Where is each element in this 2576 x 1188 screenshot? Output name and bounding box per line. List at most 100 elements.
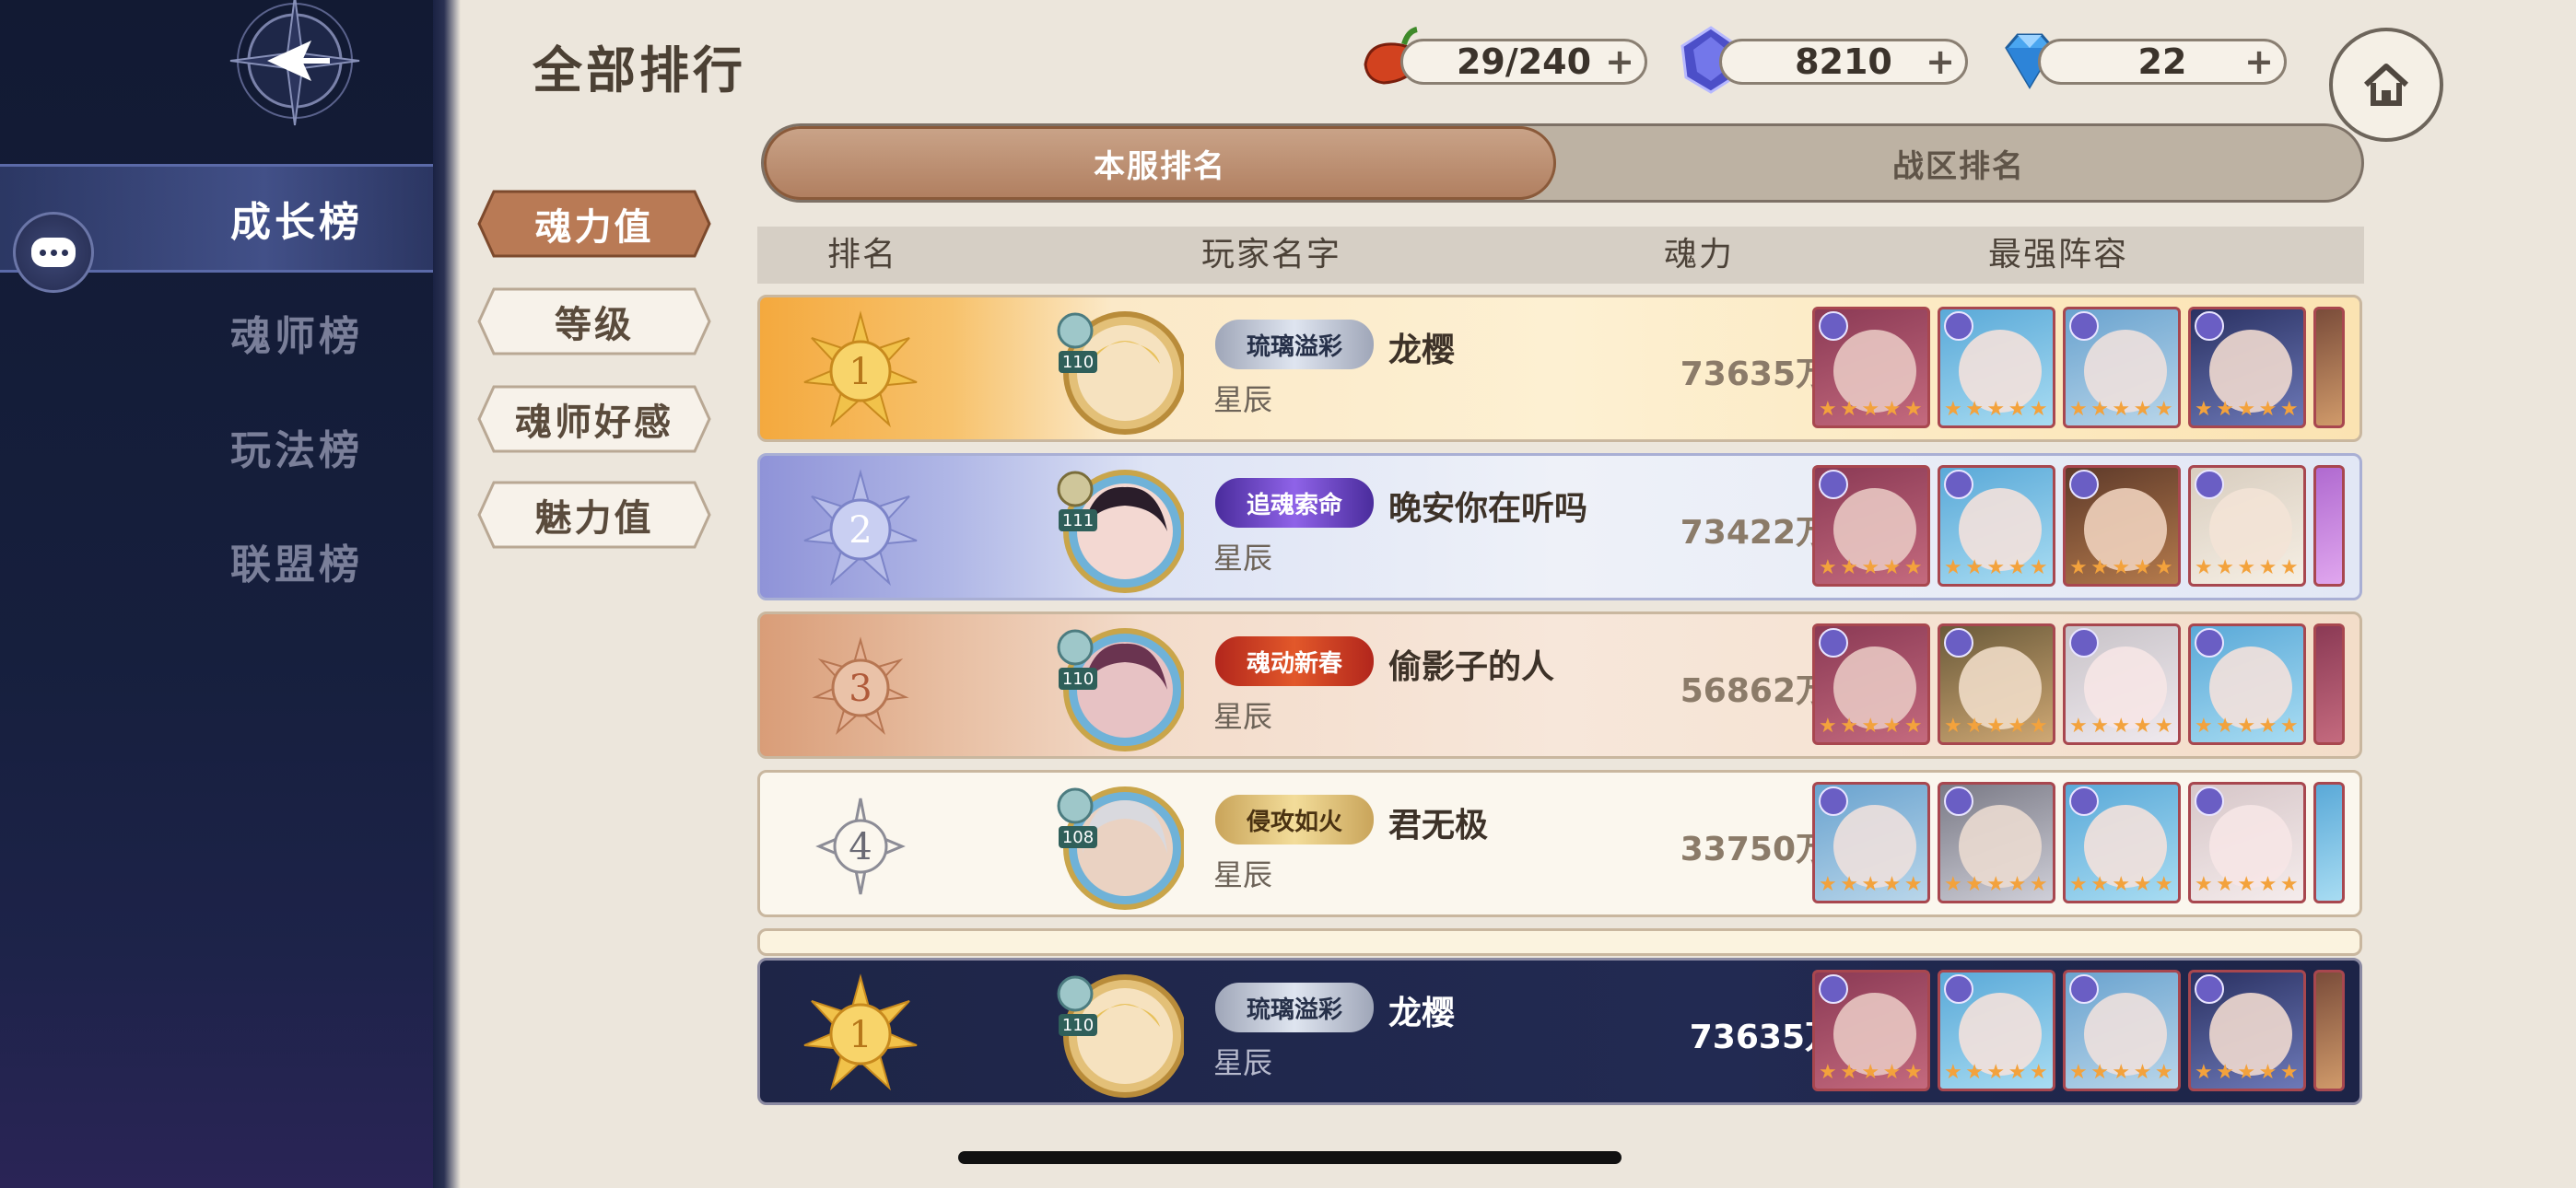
- chat-button[interactable]: [13, 212, 94, 293]
- element-icon: [1819, 311, 1848, 341]
- hero-card[interactable]: ★ ★ ★ ★ ★: [1938, 307, 2055, 428]
- tab-server-ranking[interactable]: 本服排名: [764, 126, 1556, 200]
- star-rating: ★ ★ ★ ★ ★: [1944, 715, 2048, 738]
- hero-card[interactable]: ★ ★ ★ ★ ★: [2188, 623, 2306, 745]
- hero-card[interactable]: ★ ★ ★ ★ ★: [2188, 782, 2306, 903]
- rank-badge-icon: 4: [815, 798, 906, 895]
- hero-card[interactable]: ★ ★ ★ ★ ★: [1938, 465, 2055, 587]
- player-name: 偷影子的人: [1388, 648, 1555, 686]
- hero-card[interactable]: ★ ★ ★ ★ ★: [1938, 782, 2055, 903]
- table-row[interactable]: 3 110 魂动新春 偷影子的人 星辰 56862万 ★ ★ ★ ★ ★ ★ ★ ★ ★ ★ ★…: [757, 611, 2362, 759]
- hero-card[interactable]: ★ ★ ★ ★ ★: [2063, 782, 2181, 903]
- hero-card[interactable]: ★ ★ ★ ★ ★: [2188, 307, 2306, 428]
- home-icon: [2363, 64, 2409, 106]
- title-badge-text: 追魂索命: [1246, 491, 1342, 519]
- star-rating: ★ ★ ★ ★ ★: [2069, 873, 2173, 896]
- player-level: 111: [1062, 511, 1094, 530]
- hero-card[interactable]: ★ ★ ★ ★ ★: [2063, 623, 2181, 745]
- title-badge-text: 琉璃溢彩: [1246, 996, 1342, 1024]
- avatar[interactable]: 111: [1055, 467, 1184, 596]
- silver-medal-icon: 2: [803, 469, 918, 587]
- hero-card[interactable]: ★ ★ ★ ★ ★: [1812, 307, 1930, 428]
- element-icon: [1944, 786, 1973, 816]
- home-button[interactable]: [2329, 28, 2443, 142]
- rank-number: 3: [849, 668, 872, 710]
- sidebar: 成长榜 魂师榜 玩法榜 联盟榜: [0, 0, 440, 1188]
- sidebar-item-alliance[interactable]: 联盟榜: [0, 507, 440, 615]
- tab-label: 战区排名: [1892, 147, 2025, 185]
- column-player-name: 玩家名字: [1201, 236, 1342, 274]
- add-diamond-button[interactable]: +: [2243, 44, 2275, 79]
- back-emblem-icon[interactable]: [203, 0, 387, 129]
- add-crystal-button[interactable]: +: [1925, 44, 1956, 79]
- bronze-medal-icon: 3: [812, 636, 909, 736]
- hero-card[interactable]: ★ ★ ★ ★ ★: [2063, 307, 2181, 428]
- star-rating: ★ ★ ★ ★ ★: [2195, 873, 2299, 896]
- hero-card-partial[interactable]: [2313, 782, 2345, 903]
- player-server: 星辰: [1213, 857, 1273, 892]
- player-level: 110: [1062, 670, 1094, 689]
- home-indicator[interactable]: [958, 1151, 1622, 1164]
- hero-card[interactable]: ★ ★ ★ ★ ★: [2063, 465, 2181, 587]
- hero-card[interactable]: ★ ★ ★ ★ ★: [1812, 465, 1930, 587]
- star-rating: ★ ★ ★ ★ ★: [2069, 1061, 2173, 1084]
- avatar[interactable]: 110: [1055, 309, 1184, 437]
- element-icon: [2069, 628, 2099, 658]
- rank-number: 1: [849, 1014, 872, 1056]
- player-power: 33750万: [1680, 831, 1829, 868]
- tab-zone-ranking[interactable]: 战区排名: [1556, 126, 2361, 200]
- category-affinity[interactable]: 魂师好感: [477, 385, 711, 453]
- category-label: 等级: [555, 304, 634, 346]
- hero-card-partial[interactable]: [2313, 970, 2345, 1091]
- hero-card-partial[interactable]: [2313, 465, 2345, 587]
- sidebar-item-label: 成长榜: [230, 199, 363, 246]
- category-level[interactable]: 等级: [477, 287, 711, 355]
- category-charm[interactable]: 魅力值: [477, 481, 711, 549]
- star-rating: ★ ★ ★ ★ ★: [1819, 1061, 1923, 1084]
- table-row-partial[interactable]: [757, 928, 2362, 956]
- category-soul-power[interactable]: 魂力值: [477, 190, 711, 258]
- table-row[interactable]: 2 111 追魂索命 晚安你在听吗 星辰 73422万 ★ ★ ★ ★ ★ ★ ★ ★ ★ ★ …: [757, 453, 2362, 600]
- diamond-counter: 22 +: [2038, 39, 2287, 85]
- title-badge-text: 琉璃溢彩: [1246, 332, 1342, 361]
- player-level: 110: [1062, 353, 1094, 372]
- table-row[interactable]: 1 110 琉璃溢彩 龙樱 星辰 73635万 ★ ★ ★ ★ ★ ★ ★ ★ ★ ★ ★ ★ ★ ★…: [757, 295, 2362, 442]
- title-badge: 琉璃溢彩: [1215, 983, 1374, 1032]
- hero-card[interactable]: ★ ★ ★ ★ ★: [2063, 970, 2181, 1091]
- player-name: 龙樱: [1388, 995, 1456, 1032]
- hero-card[interactable]: ★ ★ ★ ★ ★: [1812, 970, 1930, 1091]
- chat-icon: [31, 238, 76, 267]
- element-icon: [2069, 786, 2099, 816]
- element-icon: [1819, 470, 1848, 499]
- element-icon: [2195, 786, 2224, 816]
- avatar[interactable]: 108: [1055, 784, 1184, 913]
- sidebar-item-label: 魂师榜: [230, 313, 363, 360]
- hero-card[interactable]: ★ ★ ★ ★ ★: [2188, 970, 2306, 1091]
- gold-medal-icon: 1: [803, 973, 918, 1091]
- column-rank: 排名: [827, 236, 898, 274]
- my-rank-row[interactable]: 1 110 琉璃溢彩 龙樱 星辰 73635万 ★ ★ ★ ★ ★ ★ ★ ★ ★ ★ ★ ★ ★ ★…: [757, 958, 2362, 1105]
- hero-card[interactable]: ★ ★ ★ ★ ★: [1812, 782, 1930, 903]
- avatar[interactable]: 110: [1055, 972, 1184, 1101]
- sidebar-item-soul-master[interactable]: 魂师榜: [0, 278, 440, 387]
- hero-card[interactable]: ★ ★ ★ ★ ★: [1938, 623, 2055, 745]
- title-badge-text: 侵攻如火: [1246, 808, 1342, 836]
- hero-card[interactable]: ★ ★ ★ ★ ★: [1812, 623, 1930, 745]
- table-row[interactable]: 4 108 侵攻如火 君无极 星辰 33750万 ★ ★ ★ ★ ★ ★ ★ ★ ★ ★ ★ ★ ★…: [757, 770, 2362, 917]
- rank-number: 1: [849, 351, 872, 393]
- lineup: ★ ★ ★ ★ ★ ★ ★ ★ ★ ★ ★ ★ ★ ★ ★ ★ ★ ★ ★ ★: [1812, 782, 2345, 907]
- avatar[interactable]: 110: [1055, 625, 1184, 754]
- hero-card-partial[interactable]: [2313, 307, 2345, 428]
- star-rating: ★ ★ ★ ★ ★: [2069, 398, 2173, 421]
- title-badge: 魂动新春: [1215, 636, 1374, 686]
- ranking-scope-tabs: 本服排名 战区排名: [761, 123, 2364, 203]
- sidebar-item-gameplay[interactable]: 玩法榜: [0, 392, 440, 501]
- hero-card[interactable]: ★ ★ ★ ★ ★: [1938, 970, 2055, 1091]
- player-name: 晚安你在听吗: [1388, 490, 1588, 528]
- element-icon: [1944, 974, 1973, 1004]
- hero-card[interactable]: ★ ★ ★ ★ ★: [2188, 465, 2306, 587]
- add-stamina-button[interactable]: +: [1604, 44, 1635, 79]
- lineup: ★ ★ ★ ★ ★ ★ ★ ★ ★ ★ ★ ★ ★ ★ ★ ★ ★ ★ ★ ★: [1812, 465, 2345, 590]
- hero-card-partial[interactable]: [2313, 623, 2345, 745]
- star-rating: ★ ★ ★ ★ ★: [2195, 715, 2299, 738]
